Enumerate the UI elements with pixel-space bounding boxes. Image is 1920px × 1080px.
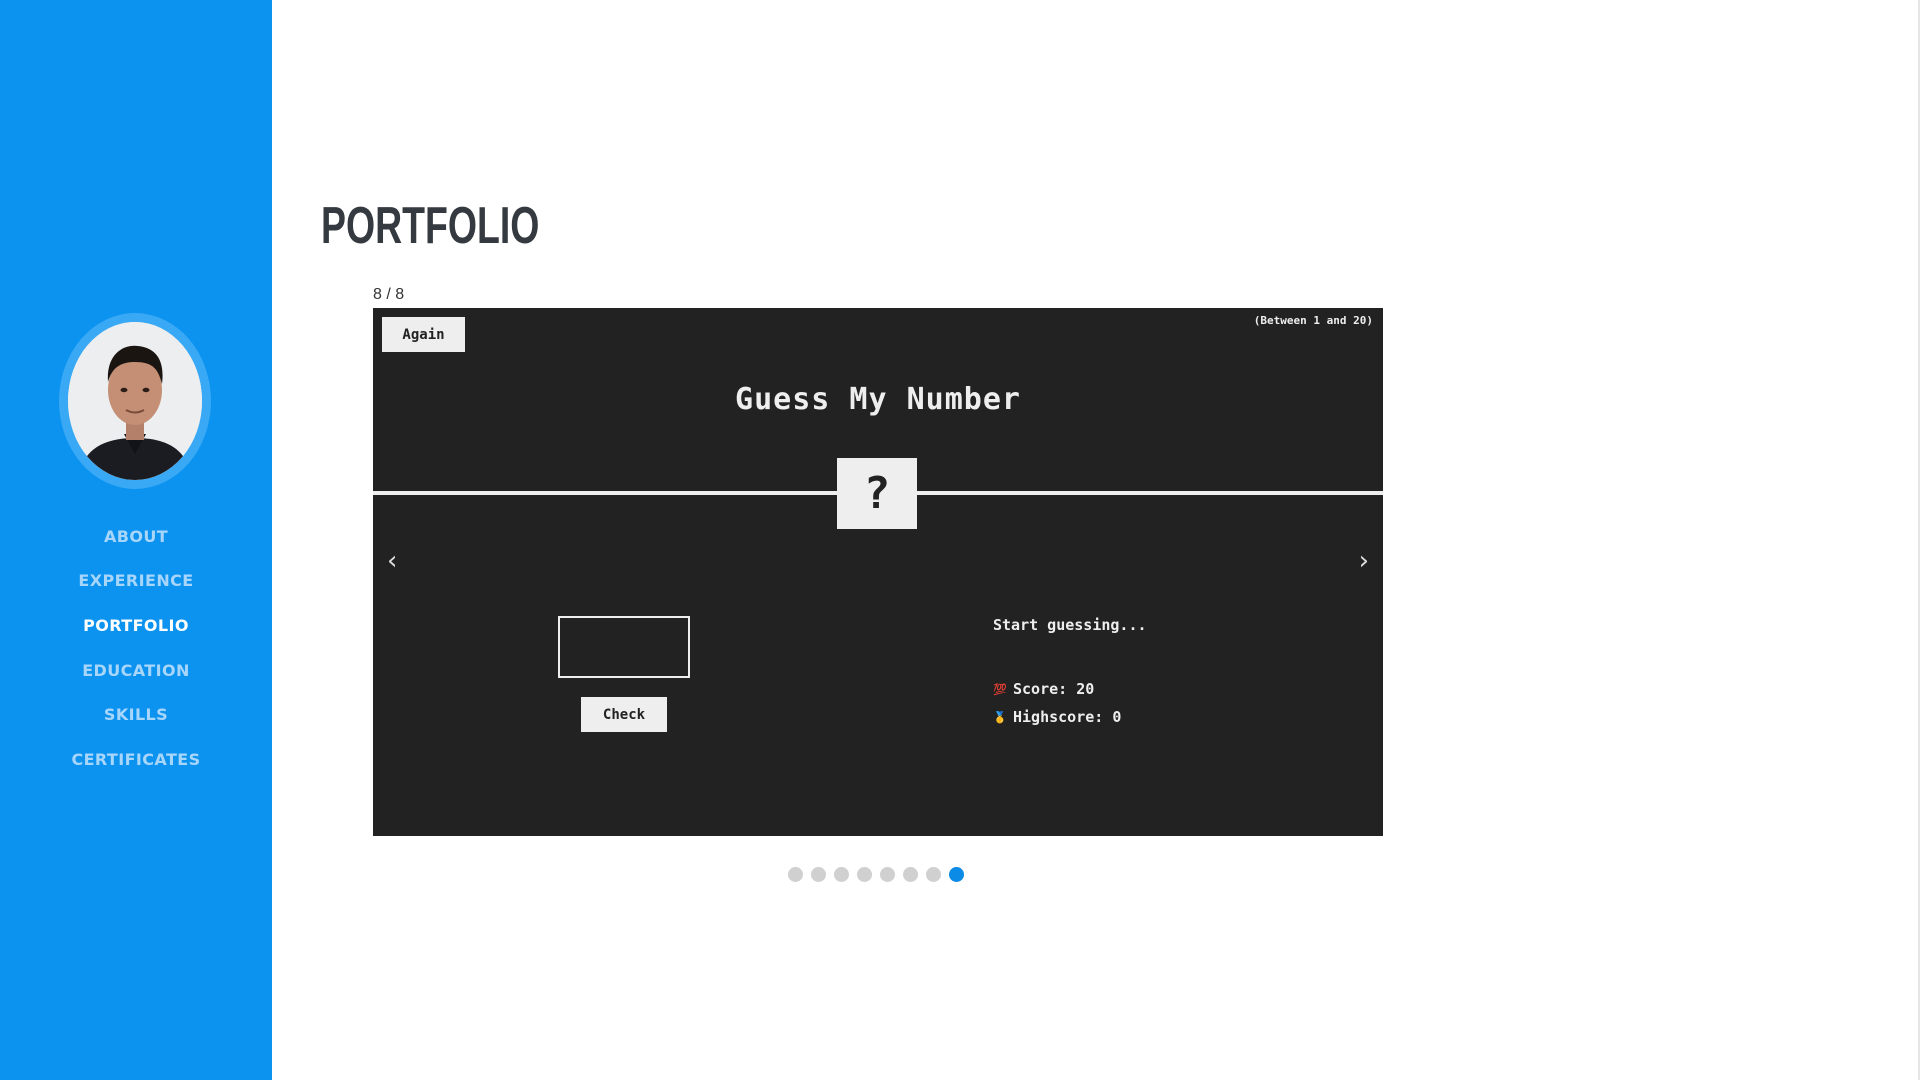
medal-icon: 🥇 [993, 710, 1007, 724]
avatar-ring [59, 313, 211, 489]
hundred-points-icon: 💯 [993, 682, 1007, 696]
carousel-slide: Again (Between 1 and 20) Guess My Number… [373, 308, 1383, 836]
nav-item-about[interactable]: ABOUT [0, 514, 272, 559]
carousel-dot-4[interactable] [857, 867, 872, 882]
nav-link-education[interactable]: EDUCATION [82, 661, 190, 680]
sidebar: ABOUT EXPERIENCE PORTFOLIO EDUCATION SKI… [0, 0, 272, 1080]
carousel-counter: 8 / 8 [373, 286, 405, 303]
score-label: Score: 20 [1013, 680, 1095, 698]
nav-link-portfolio[interactable]: PORTFOLIO [83, 616, 189, 635]
range-hint: (Between 1 and 20) [1253, 314, 1373, 327]
page-title: PORTFOLIO [321, 197, 540, 255]
carousel-dot-6[interactable] [903, 867, 918, 882]
profile-photo [68, 322, 202, 480]
carousel-next-arrow-icon[interactable]: › [1359, 546, 1369, 576]
score-row: 💯 Score: 20 [993, 680, 1094, 698]
again-button[interactable]: Again [382, 317, 465, 352]
nav-link-skills[interactable]: SKILLS [104, 705, 168, 724]
check-button[interactable]: Check [581, 697, 667, 732]
carousel-prev-arrow-icon[interactable]: ‹ [387, 546, 397, 576]
carousel-dot-3[interactable] [834, 867, 849, 882]
secret-number-box: ? [837, 458, 917, 529]
game-title: Guess My Number [735, 382, 1021, 417]
guess-message: Start guessing... [993, 616, 1147, 634]
carousel-dot-1[interactable] [788, 867, 803, 882]
carousel-indicators [788, 867, 964, 882]
nav-link-certificates[interactable]: CERTIFICATES [71, 750, 200, 769]
nav-item-certificates[interactable]: CERTIFICATES [0, 737, 272, 782]
nav-item-skills[interactable]: SKILLS [0, 692, 272, 737]
carousel-dot-8[interactable] [949, 867, 964, 882]
nav-item-experience[interactable]: EXPERIENCE [0, 559, 272, 604]
highscore-label: Highscore: 0 [1013, 708, 1122, 726]
avatar [68, 322, 202, 480]
nav-item-portfolio[interactable]: PORTFOLIO [0, 603, 272, 648]
sidebar-nav: ABOUT EXPERIENCE PORTFOLIO EDUCATION SKI… [0, 514, 272, 782]
carousel-dot-7[interactable] [926, 867, 941, 882]
carousel-dot-5[interactable] [880, 867, 895, 882]
guess-input[interactable] [558, 616, 690, 678]
nav-item-education[interactable]: EDUCATION [0, 648, 272, 693]
highscore-row: 🥇 Highscore: 0 [993, 708, 1121, 726]
nav-link-experience[interactable]: EXPERIENCE [78, 571, 193, 590]
carousel-dot-2[interactable] [811, 867, 826, 882]
nav-link-about[interactable]: ABOUT [104, 527, 168, 546]
